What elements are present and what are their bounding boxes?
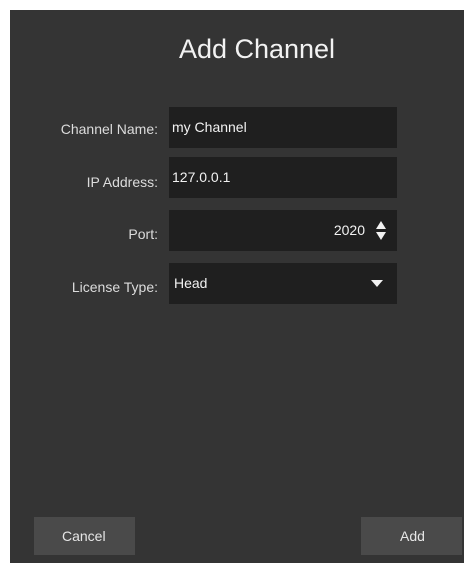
channel-name-input[interactable] bbox=[172, 107, 392, 148]
ip-address-input[interactable] bbox=[172, 157, 392, 198]
ip-address-field[interactable] bbox=[169, 157, 397, 198]
add-button[interactable]: Add bbox=[361, 517, 462, 555]
port-spin-buttons bbox=[376, 221, 386, 241]
license-type-select[interactable]: Head bbox=[169, 263, 397, 304]
cancel-button[interactable]: Cancel bbox=[34, 517, 135, 555]
port-value[interactable]: 2020 bbox=[334, 210, 365, 251]
port-spinbox[interactable]: 2020 bbox=[169, 210, 397, 251]
channel-name-label: Channel Name: bbox=[60, 121, 158, 137]
chevron-down-icon[interactable] bbox=[376, 232, 386, 240]
add-channel-dialog: Add Channel Channel Name: IP Address: Po… bbox=[10, 10, 464, 563]
port-label: Port: bbox=[128, 226, 158, 242]
dialog-title: Add Channel bbox=[178, 34, 336, 64]
license-type-label: License Type: bbox=[71, 279, 158, 295]
license-type-value: Head bbox=[174, 275, 208, 291]
ip-address-label: IP Address: bbox=[86, 174, 158, 190]
channel-name-field[interactable] bbox=[169, 107, 397, 148]
chevron-up-icon[interactable] bbox=[376, 221, 386, 229]
caret-down-icon[interactable] bbox=[371, 280, 383, 287]
